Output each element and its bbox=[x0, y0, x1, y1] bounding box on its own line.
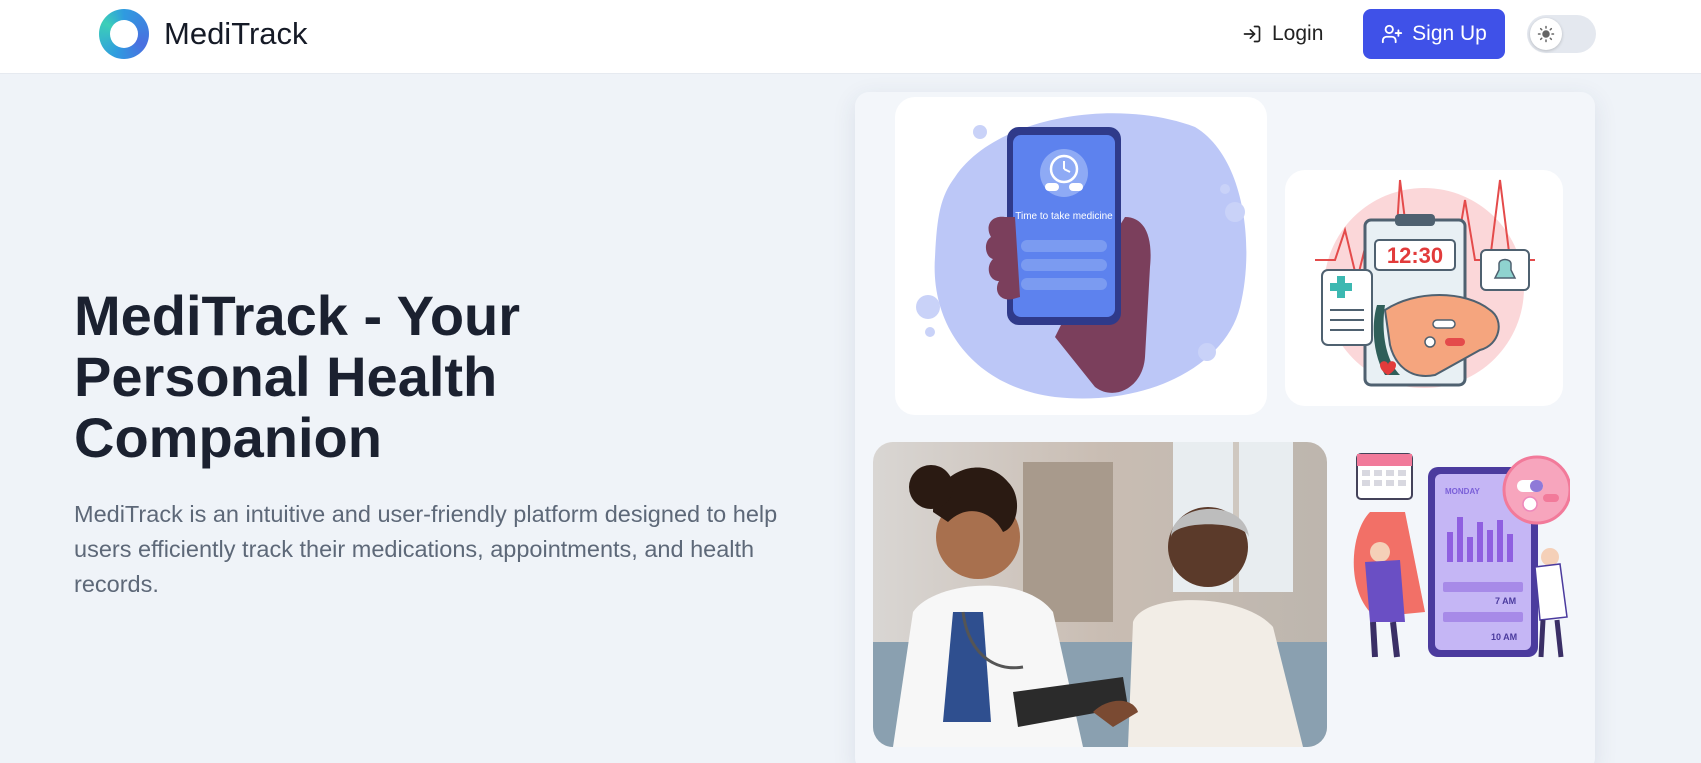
schedule-illustration: MONDAY 7 AM 10 AM bbox=[1345, 442, 1570, 667]
schedule-time-2: 10 AM bbox=[1491, 632, 1517, 642]
schedule-day: MONDAY bbox=[1445, 487, 1480, 496]
user-plus-icon bbox=[1382, 24, 1403, 44]
phone-reminder-illustration: Time to take medicine bbox=[895, 97, 1267, 415]
hero-description: MediTrack is an intuitive and user-frien… bbox=[74, 501, 778, 597]
hero-title: MediTrack - Your Personal Health Compani… bbox=[74, 284, 521, 469]
login-label: Login bbox=[1272, 22, 1324, 45]
signup-label: Sign Up bbox=[1412, 22, 1487, 45]
login-button[interactable]: Login bbox=[1242, 18, 1323, 50]
brand[interactable]: MediTrack bbox=[99, 9, 308, 59]
doctor-patient-photo bbox=[873, 442, 1327, 747]
navbar: MediTrack Login Sign Up bbox=[0, 0, 1701, 74]
brand-name: MediTrack bbox=[164, 16, 308, 51]
toggle-knob bbox=[1530, 18, 1562, 50]
theme-toggle[interactable] bbox=[1527, 15, 1596, 53]
phone-reminder-text: Time to take medicine bbox=[1015, 211, 1113, 222]
login-arrow-icon bbox=[1243, 25, 1261, 43]
clock-time: 12:30 bbox=[1387, 243, 1443, 268]
logo-ring-icon bbox=[99, 9, 149, 59]
signup-button[interactable]: Sign Up bbox=[1363, 9, 1505, 59]
illustration-gallery: Time to take medicine 12:30 MONDAY 7 AM … bbox=[855, 92, 1595, 763]
clock-pills-illustration: 12:30 bbox=[1285, 170, 1563, 406]
sun-icon bbox=[1537, 25, 1555, 43]
schedule-time-1: 7 AM bbox=[1495, 596, 1516, 606]
